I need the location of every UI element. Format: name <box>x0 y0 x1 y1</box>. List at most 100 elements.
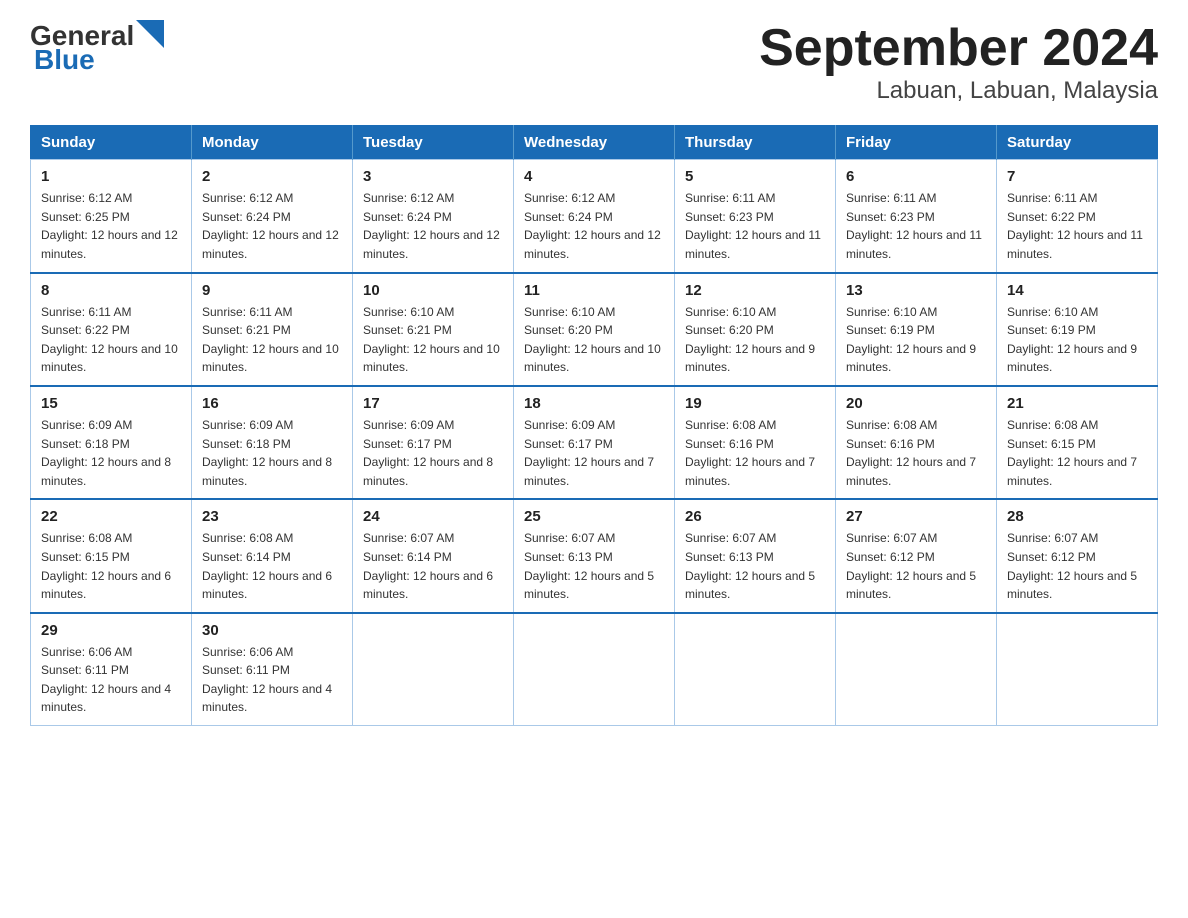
day-info: Sunrise: 6:09 AM Sunset: 6:18 PM Dayligh… <box>202 418 332 488</box>
day-number: 2 <box>202 168 342 185</box>
logo: General Blue <box>30 20 164 76</box>
logo-blue-text: Blue <box>34 44 95 76</box>
day-number: 7 <box>1007 168 1147 185</box>
calendar-day-cell <box>353 613 514 726</box>
weekday-monday: Monday <box>192 126 353 160</box>
title-block: September 2024 Labuan, Labuan, Malaysia <box>759 20 1158 105</box>
calendar-day-cell: 28 Sunrise: 6:07 AM Sunset: 6:12 PM Dayl… <box>997 499 1158 612</box>
calendar-week-row: 29 Sunrise: 6:06 AM Sunset: 6:11 PM Dayl… <box>31 613 1158 726</box>
day-number: 12 <box>685 282 825 299</box>
day-info: Sunrise: 6:12 AM Sunset: 6:24 PM Dayligh… <box>363 191 500 261</box>
day-number: 21 <box>1007 395 1147 412</box>
day-info: Sunrise: 6:07 AM Sunset: 6:12 PM Dayligh… <box>846 531 976 601</box>
day-info: Sunrise: 6:07 AM Sunset: 6:13 PM Dayligh… <box>524 531 654 601</box>
calendar-day-cell: 30 Sunrise: 6:06 AM Sunset: 6:11 PM Dayl… <box>192 613 353 726</box>
calendar-day-cell: 8 Sunrise: 6:11 AM Sunset: 6:22 PM Dayli… <box>31 273 192 386</box>
day-info: Sunrise: 6:06 AM Sunset: 6:11 PM Dayligh… <box>202 645 332 715</box>
day-number: 11 <box>524 282 664 299</box>
day-info: Sunrise: 6:11 AM Sunset: 6:23 PM Dayligh… <box>685 191 821 261</box>
calendar-day-cell <box>514 613 675 726</box>
day-info: Sunrise: 6:11 AM Sunset: 6:22 PM Dayligh… <box>1007 191 1143 261</box>
calendar-table: Sunday Monday Tuesday Wednesday Thursday… <box>30 125 1158 726</box>
day-number: 20 <box>846 395 986 412</box>
day-number: 29 <box>41 622 181 639</box>
day-info: Sunrise: 6:10 AM Sunset: 6:19 PM Dayligh… <box>1007 305 1137 375</box>
day-number: 8 <box>41 282 181 299</box>
calendar-week-row: 1 Sunrise: 6:12 AM Sunset: 6:25 PM Dayli… <box>31 160 1158 273</box>
day-number: 26 <box>685 508 825 525</box>
day-info: Sunrise: 6:12 AM Sunset: 6:24 PM Dayligh… <box>524 191 661 261</box>
calendar-day-cell: 18 Sunrise: 6:09 AM Sunset: 6:17 PM Dayl… <box>514 386 675 499</box>
calendar-day-cell: 7 Sunrise: 6:11 AM Sunset: 6:22 PM Dayli… <box>997 160 1158 273</box>
calendar-week-row: 22 Sunrise: 6:08 AM Sunset: 6:15 PM Dayl… <box>31 499 1158 612</box>
day-info: Sunrise: 6:08 AM Sunset: 6:16 PM Dayligh… <box>685 418 815 488</box>
day-info: Sunrise: 6:08 AM Sunset: 6:14 PM Dayligh… <box>202 531 332 601</box>
calendar-day-cell: 11 Sunrise: 6:10 AM Sunset: 6:20 PM Dayl… <box>514 273 675 386</box>
day-number: 3 <box>363 168 503 185</box>
calendar-week-row: 8 Sunrise: 6:11 AM Sunset: 6:22 PM Dayli… <box>31 273 1158 386</box>
calendar-day-cell: 21 Sunrise: 6:08 AM Sunset: 6:15 PM Dayl… <box>997 386 1158 499</box>
calendar-title: September 2024 <box>759 20 1158 77</box>
day-info: Sunrise: 6:10 AM Sunset: 6:21 PM Dayligh… <box>363 305 500 375</box>
calendar-day-cell: 29 Sunrise: 6:06 AM Sunset: 6:11 PM Dayl… <box>31 613 192 726</box>
day-info: Sunrise: 6:12 AM Sunset: 6:24 PM Dayligh… <box>202 191 339 261</box>
day-number: 10 <box>363 282 503 299</box>
page-header: General Blue September 2024 Labuan, Labu… <box>30 20 1158 105</box>
weekday-thursday: Thursday <box>675 126 836 160</box>
calendar-day-cell: 23 Sunrise: 6:08 AM Sunset: 6:14 PM Dayl… <box>192 499 353 612</box>
day-number: 5 <box>685 168 825 185</box>
calendar-day-cell: 14 Sunrise: 6:10 AM Sunset: 6:19 PM Dayl… <box>997 273 1158 386</box>
day-number: 24 <box>363 508 503 525</box>
day-info: Sunrise: 6:09 AM Sunset: 6:18 PM Dayligh… <box>41 418 171 488</box>
calendar-day-cell: 15 Sunrise: 6:09 AM Sunset: 6:18 PM Dayl… <box>31 386 192 499</box>
weekday-header-row: Sunday Monday Tuesday Wednesday Thursday… <box>31 126 1158 160</box>
calendar-day-cell: 27 Sunrise: 6:07 AM Sunset: 6:12 PM Dayl… <box>836 499 997 612</box>
day-number: 9 <box>202 282 342 299</box>
calendar-day-cell: 6 Sunrise: 6:11 AM Sunset: 6:23 PM Dayli… <box>836 160 997 273</box>
day-number: 17 <box>363 395 503 412</box>
day-info: Sunrise: 6:09 AM Sunset: 6:17 PM Dayligh… <box>524 418 654 488</box>
calendar-day-cell: 16 Sunrise: 6:09 AM Sunset: 6:18 PM Dayl… <box>192 386 353 499</box>
calendar-day-cell: 3 Sunrise: 6:12 AM Sunset: 6:24 PM Dayli… <box>353 160 514 273</box>
calendar-day-cell: 1 Sunrise: 6:12 AM Sunset: 6:25 PM Dayli… <box>31 160 192 273</box>
day-info: Sunrise: 6:10 AM Sunset: 6:20 PM Dayligh… <box>685 305 815 375</box>
calendar-day-cell: 24 Sunrise: 6:07 AM Sunset: 6:14 PM Dayl… <box>353 499 514 612</box>
day-info: Sunrise: 6:08 AM Sunset: 6:16 PM Dayligh… <box>846 418 976 488</box>
calendar-body: 1 Sunrise: 6:12 AM Sunset: 6:25 PM Dayli… <box>31 160 1158 726</box>
calendar-day-cell: 22 Sunrise: 6:08 AM Sunset: 6:15 PM Dayl… <box>31 499 192 612</box>
day-info: Sunrise: 6:11 AM Sunset: 6:23 PM Dayligh… <box>846 191 982 261</box>
calendar-day-cell: 13 Sunrise: 6:10 AM Sunset: 6:19 PM Dayl… <box>836 273 997 386</box>
day-info: Sunrise: 6:07 AM Sunset: 6:14 PM Dayligh… <box>363 531 493 601</box>
day-number: 30 <box>202 622 342 639</box>
day-info: Sunrise: 6:10 AM Sunset: 6:19 PM Dayligh… <box>846 305 976 375</box>
day-number: 18 <box>524 395 664 412</box>
weekday-sunday: Sunday <box>31 126 192 160</box>
logo-triangle-icon <box>136 20 164 48</box>
day-number: 27 <box>846 508 986 525</box>
day-number: 23 <box>202 508 342 525</box>
calendar-day-cell <box>997 613 1158 726</box>
day-info: Sunrise: 6:11 AM Sunset: 6:22 PM Dayligh… <box>41 305 178 375</box>
day-info: Sunrise: 6:08 AM Sunset: 6:15 PM Dayligh… <box>41 531 171 601</box>
calendar-day-cell: 4 Sunrise: 6:12 AM Sunset: 6:24 PM Dayli… <box>514 160 675 273</box>
day-number: 1 <box>41 168 181 185</box>
calendar-day-cell: 10 Sunrise: 6:10 AM Sunset: 6:21 PM Dayl… <box>353 273 514 386</box>
calendar-header: Sunday Monday Tuesday Wednesday Thursday… <box>31 126 1158 160</box>
day-number: 25 <box>524 508 664 525</box>
calendar-day-cell <box>675 613 836 726</box>
calendar-day-cell: 2 Sunrise: 6:12 AM Sunset: 6:24 PM Dayli… <box>192 160 353 273</box>
day-number: 22 <box>41 508 181 525</box>
calendar-day-cell: 26 Sunrise: 6:07 AM Sunset: 6:13 PM Dayl… <box>675 499 836 612</box>
calendar-day-cell: 9 Sunrise: 6:11 AM Sunset: 6:21 PM Dayli… <box>192 273 353 386</box>
day-number: 16 <box>202 395 342 412</box>
day-info: Sunrise: 6:10 AM Sunset: 6:20 PM Dayligh… <box>524 305 661 375</box>
calendar-day-cell: 19 Sunrise: 6:08 AM Sunset: 6:16 PM Dayl… <box>675 386 836 499</box>
calendar-day-cell: 20 Sunrise: 6:08 AM Sunset: 6:16 PM Dayl… <box>836 386 997 499</box>
day-info: Sunrise: 6:12 AM Sunset: 6:25 PM Dayligh… <box>41 191 178 261</box>
calendar-day-cell: 25 Sunrise: 6:07 AM Sunset: 6:13 PM Dayl… <box>514 499 675 612</box>
day-info: Sunrise: 6:08 AM Sunset: 6:15 PM Dayligh… <box>1007 418 1137 488</box>
day-info: Sunrise: 6:06 AM Sunset: 6:11 PM Dayligh… <box>41 645 171 715</box>
day-number: 19 <box>685 395 825 412</box>
calendar-day-cell: 17 Sunrise: 6:09 AM Sunset: 6:17 PM Dayl… <box>353 386 514 499</box>
day-info: Sunrise: 6:11 AM Sunset: 6:21 PM Dayligh… <box>202 305 339 375</box>
